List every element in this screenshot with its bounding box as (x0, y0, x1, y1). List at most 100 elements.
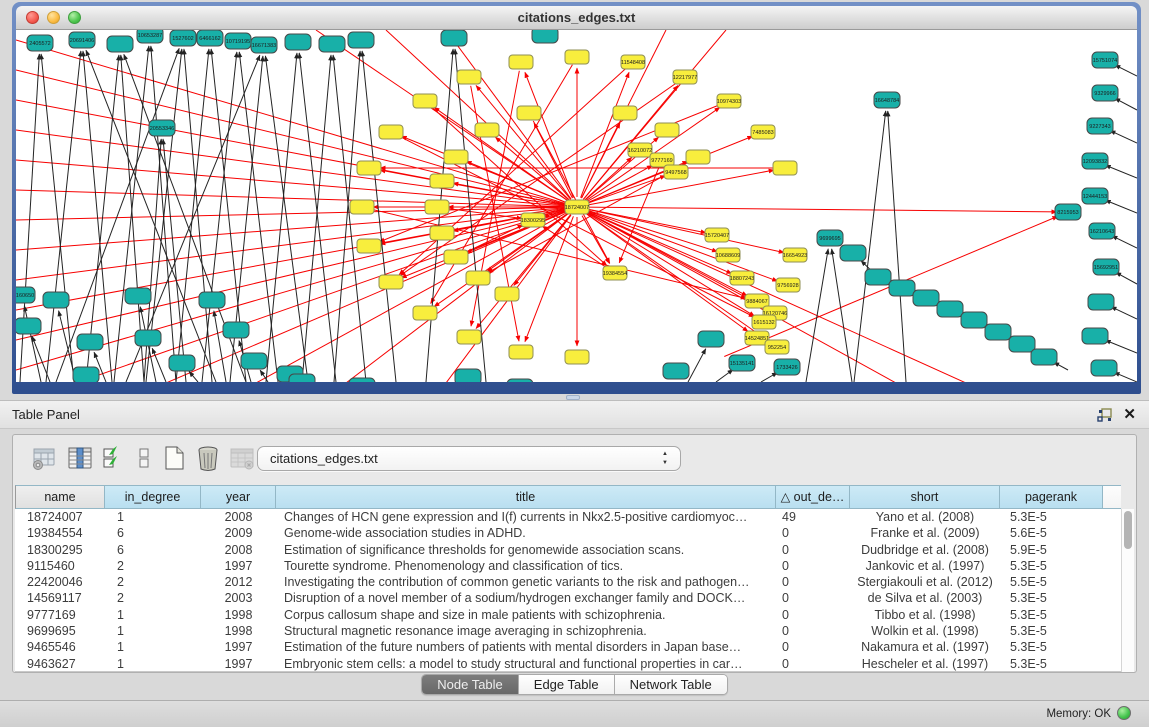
network-node[interactable] (77, 334, 103, 350)
network-node[interactable] (357, 161, 381, 175)
network-node[interactable] (507, 379, 533, 382)
table-row[interactable]: 1456911722003Disruption of a novel membe… (15, 590, 1121, 606)
network-node[interactable] (43, 292, 69, 308)
network-node[interactable]: 6466162 (197, 30, 223, 46)
network-node[interactable] (73, 367, 99, 382)
network-node[interactable] (889, 280, 915, 296)
network-node[interactable] (379, 125, 403, 139)
network-node[interactable]: 15751074 (1092, 52, 1118, 68)
network-node[interactable] (444, 150, 468, 164)
network-node[interactable]: 16654923 (783, 248, 807, 262)
network-node[interactable] (223, 322, 249, 338)
network-node[interactable]: 10974303 (717, 94, 741, 108)
network-graph[interactable]: 1872400711548408122179771097430374850831… (16, 30, 1137, 382)
network-window-titlebar[interactable]: citations_edges.txt (16, 6, 1137, 30)
network-node[interactable] (1009, 336, 1035, 352)
column-header-pagerank[interactable]: pagerank (1000, 485, 1103, 509)
network-node[interactable]: 25160650 (16, 287, 35, 303)
network-node[interactable]: 16671383 (251, 37, 277, 53)
table-selector-dropdown[interactable]: citations_edges.txt ▲▼ (257, 446, 681, 471)
network-node[interactable] (125, 288, 151, 304)
network-node[interactable]: 1527602 (170, 30, 196, 46)
network-node[interactable] (865, 269, 891, 285)
column-header-out_de[interactable]: △ out_de… (776, 485, 850, 509)
network-node[interactable] (517, 106, 541, 120)
network-node[interactable]: 952254 (765, 340, 789, 354)
network-node[interactable] (379, 275, 403, 289)
close-panel-icon[interactable]: ✕ (1123, 405, 1136, 423)
table-row[interactable]: 977716911998Corpus callosum shape and si… (15, 607, 1121, 623)
network-node[interactable] (349, 378, 375, 382)
network-node[interactable] (16, 318, 41, 334)
network-node[interactable] (413, 94, 437, 108)
network-node[interactable] (350, 200, 374, 214)
column-header-year[interactable]: year (201, 485, 276, 509)
network-node[interactable]: 9756928 (776, 278, 800, 292)
tab-node-table[interactable]: Node Table (422, 675, 519, 694)
zoom-window-icon[interactable] (68, 11, 81, 24)
network-node[interactable] (348, 32, 374, 48)
network-node[interactable] (457, 70, 481, 84)
network-node[interactable] (532, 30, 558, 43)
network-node[interactable]: 20553346 (149, 120, 175, 136)
network-node[interactable]: 10653287 (137, 30, 163, 43)
network-node[interactable]: 18724007 (565, 200, 589, 214)
network-node[interactable] (773, 161, 797, 175)
network-node[interactable] (430, 226, 454, 240)
network-node[interactable] (509, 345, 533, 359)
network-node[interactable]: 20691406 (69, 32, 95, 48)
table-row[interactable]: 1938455462009Genome-wide association stu… (15, 525, 1121, 541)
network-node[interactable] (319, 36, 345, 52)
network-node[interactable] (199, 292, 225, 308)
network-node[interactable]: 9497568 (664, 165, 688, 179)
network-node[interactable] (425, 200, 449, 214)
table-scrollbar-thumb[interactable] (1124, 511, 1132, 549)
network-node[interactable]: 9699695 (817, 230, 843, 246)
network-node[interactable] (686, 150, 710, 164)
table-mode-icon[interactable] (29, 443, 59, 473)
network-node[interactable]: 2405572 (27, 35, 53, 51)
network-node[interactable]: 16210072 (628, 143, 652, 157)
network-node[interactable] (1091, 360, 1117, 376)
show-columns-icon[interactable] (65, 443, 95, 473)
table-row[interactable]: 1872400712008Changes of HCN gene express… (15, 509, 1121, 525)
network-node[interactable]: 9329966 (1092, 85, 1118, 101)
tab-edge-table[interactable]: Edge Table (519, 675, 615, 694)
table-row[interactable]: 2242004622012Investigating the contribut… (15, 574, 1121, 590)
table-row[interactable]: 1830029562008Estimation of significance … (15, 542, 1121, 558)
network-node[interactable] (1031, 349, 1057, 365)
tab-network-table[interactable]: Network Table (615, 675, 727, 694)
network-node[interactable]: 12444153 (1082, 188, 1108, 204)
network-node[interactable]: 1615132 (752, 315, 776, 329)
table-row[interactable]: 946362711997Embryonic stem cells: a mode… (15, 656, 1121, 672)
network-node[interactable]: 15720407 (705, 228, 729, 242)
network-node[interactable]: 18300295 (521, 213, 545, 227)
row-options-icon[interactable] (129, 443, 159, 473)
network-node[interactable] (455, 369, 481, 382)
network-node[interactable]: 15135141 (729, 355, 755, 371)
network-node[interactable] (698, 331, 724, 347)
network-node[interactable]: 15692951 (1093, 259, 1119, 275)
network-node[interactable] (1082, 328, 1108, 344)
select-rows-icon[interactable] (99, 443, 129, 473)
network-node[interactable]: 19384554 (603, 266, 627, 280)
network-node[interactable] (466, 271, 490, 285)
new-column-icon[interactable] (159, 443, 189, 473)
network-node[interactable] (457, 330, 481, 344)
network-node[interactable] (285, 34, 311, 50)
network-node[interactable] (475, 123, 499, 137)
table-scrollbar[interactable] (1121, 509, 1134, 672)
column-header-in_degree[interactable]: in_degree (105, 485, 201, 509)
network-node[interactable] (169, 355, 195, 371)
network-node[interactable]: 9227343 (1087, 118, 1113, 134)
memory-status-indicator[interactable] (1117, 706, 1131, 720)
table-row[interactable]: 911546021997Tourette syndrome. Phenomeno… (15, 558, 1121, 574)
network-canvas[interactable]: 1872400711548408122179771097430374850831… (16, 30, 1137, 382)
network-node[interactable] (430, 174, 454, 188)
table-row[interactable]: 946554611997Estimation of the future num… (15, 639, 1121, 655)
network-node[interactable] (565, 350, 589, 364)
float-panel-icon[interactable] (1097, 408, 1113, 423)
network-node[interactable]: 10719195 (225, 33, 251, 49)
network-node[interactable] (444, 250, 468, 264)
network-node[interactable] (289, 374, 315, 382)
